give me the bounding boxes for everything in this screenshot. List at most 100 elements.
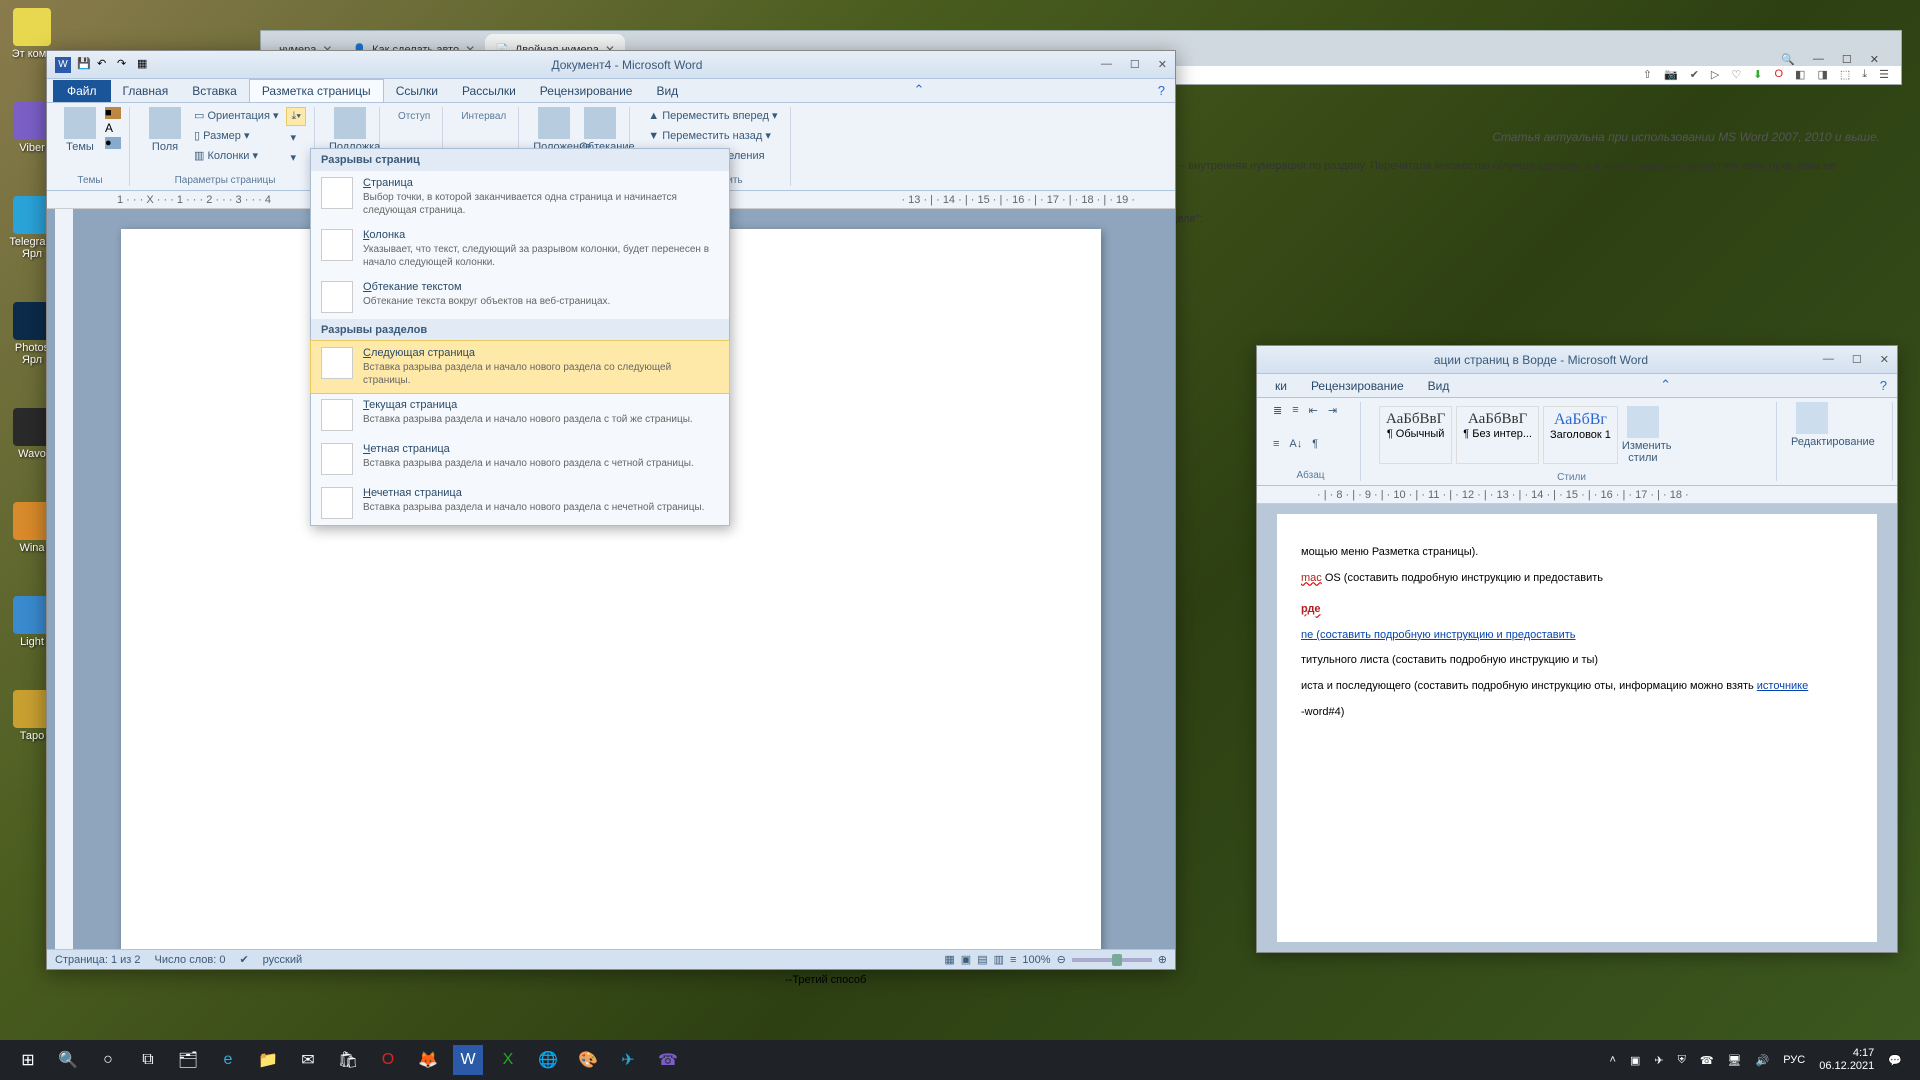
bring-forward-button[interactable]: ▲ Переместить вперед ▾ — [644, 107, 781, 124]
pilcrow-icon[interactable]: ¶ — [1308, 436, 1322, 452]
break-continuous-item[interactable]: Текущая страницаВставка разрыва раздела … — [311, 393, 729, 437]
undo-icon[interactable]: ↶ — [97, 57, 113, 73]
share-icon[interactable]: ⇧ — [1643, 68, 1652, 81]
ribbon-collapse-icon[interactable]: ⌃ — [1650, 373, 1681, 397]
heart-icon[interactable]: ♡ — [1731, 68, 1741, 81]
view-draft-icon[interactable]: ≡ — [1010, 954, 1016, 966]
tab-insert[interactable]: Вставка — [180, 80, 249, 102]
tray-viber-icon[interactable]: ☎ — [1700, 1054, 1714, 1067]
mail-icon[interactable]: ✉ — [288, 1040, 328, 1080]
orientation-button[interactable]: ▭ Ориентация ▾ — [190, 107, 282, 124]
watermark-button[interactable]: Подложка — [329, 107, 371, 153]
send-backward-button[interactable]: ▼ Переместить назад ▾ — [644, 127, 781, 144]
theme-effects-icon[interactable]: ● — [105, 137, 121, 149]
file-tab[interactable]: Файл — [53, 80, 111, 102]
tray-monitor-icon[interactable]: 🖥 — [1728, 1054, 1742, 1067]
view-outline-icon[interactable]: ▥ — [994, 953, 1004, 966]
download-icon[interactable]: ⬇ — [1753, 68, 1762, 81]
status-language[interactable]: русский — [263, 954, 302, 966]
excel-icon[interactable]: X — [488, 1040, 528, 1080]
dl2-icon[interactable]: ⤓ — [1862, 68, 1867, 81]
word-taskbar-icon[interactable]: W — [453, 1045, 483, 1075]
columns-button[interactable]: ▥ Колонки ▾ — [190, 147, 282, 164]
zoom-level[interactable]: 100% — [1022, 954, 1050, 966]
taskview-button[interactable]: ⧉ — [128, 1040, 168, 1080]
view-printlayout-icon[interactable]: ▦ — [944, 953, 954, 966]
tray-clock[interactable]: 4:17 06.12.2021 — [1819, 1047, 1874, 1073]
size-button[interactable]: ▯ Размер ▾ — [190, 127, 282, 144]
start-button[interactable]: ⊞ — [8, 1040, 48, 1080]
cortana-button[interactable]: ○ — [88, 1040, 128, 1080]
telegram-icon[interactable]: ✈ — [608, 1040, 648, 1080]
redo-icon[interactable]: ↷ — [117, 57, 133, 73]
tab-home[interactable]: Главная — [111, 80, 181, 102]
minimize-icon[interactable]: — — [1101, 58, 1112, 71]
search-button[interactable]: 🔍 — [48, 1040, 88, 1080]
ext-icon[interactable]: ◧ — [1795, 68, 1805, 81]
tray-shield-icon[interactable]: ⛨ — [1678, 1054, 1686, 1067]
zoom-out-icon[interactable]: ⊖ — [1057, 953, 1066, 966]
break-textwrap-item[interactable]: Обтекание текстомОбтекание текста вокруг… — [311, 275, 729, 319]
change-styles-button[interactable]: Изменить стили — [1622, 406, 1664, 464]
style-nospacing[interactable]: АаБбВвГ¶ Без интер... — [1456, 406, 1539, 464]
themes-button[interactable]: Темы — [59, 107, 101, 153]
opera-icon[interactable]: O — [368, 1040, 408, 1080]
tray-telegram-icon[interactable]: ✈ — [1654, 1054, 1663, 1067]
margins-button[interactable]: Поля — [144, 107, 186, 153]
close-icon[interactable]: ✕ — [1870, 53, 1879, 66]
maximize-icon[interactable]: ☐ — [1842, 53, 1852, 66]
tab-review[interactable]: Рецензирование — [528, 80, 645, 102]
tray-language[interactable]: РУС — [1783, 1054, 1805, 1066]
shield-icon[interactable]: ✔ — [1690, 68, 1699, 81]
hyphenation-button[interactable]: ▾ — [286, 149, 305, 166]
link[interactable]: ne (составить подробную инструкцию и пре… — [1301, 629, 1576, 641]
word2-tab[interactable]: Вид — [1416, 375, 1462, 397]
linenumbers-button[interactable]: ▾ — [286, 129, 305, 146]
viber-icon[interactable]: ☎ — [648, 1040, 688, 1080]
view-fullscreen-icon[interactable]: ▣ — [961, 953, 971, 966]
break-oddpage-item[interactable]: Нечетная страницаВставка разрыва раздела… — [311, 481, 729, 525]
search-icon[interactable]: 🔍 — [1781, 53, 1795, 66]
tray-volume-icon[interactable]: 🔊 — [1756, 1054, 1770, 1067]
word2-tab[interactable]: ки — [1263, 375, 1299, 397]
position-button[interactable]: Положение — [533, 107, 575, 153]
tab-mailings[interactable]: Рассылки — [450, 80, 528, 102]
minimize-icon[interactable]: — — [1813, 53, 1824, 66]
menu-icon[interactable]: ☰ — [1879, 68, 1889, 81]
list-icon[interactable]: ≣ — [1269, 402, 1286, 419]
theme-colors-icon[interactable]: ■ — [105, 107, 121, 119]
status-spellcheck-icon[interactable]: ✔ — [239, 953, 248, 966]
zoom-in-icon[interactable]: ⊕ — [1158, 953, 1167, 966]
camera-icon[interactable]: 📷 — [1664, 68, 1678, 81]
list-icon[interactable]: ≡ — [1288, 402, 1302, 418]
maximize-icon[interactable]: ☐ — [1852, 353, 1862, 366]
tray-notifications-icon[interactable]: 💬 — [1888, 1054, 1902, 1067]
explorer-icon[interactable]: 🗂 — [168, 1040, 208, 1080]
close-icon[interactable]: ✕ — [1158, 58, 1167, 71]
play-icon[interactable]: ▷ — [1711, 68, 1719, 81]
break-page-item[interactable]: СтраницаВыбор точки, в которой заканчива… — [311, 171, 729, 223]
firefox-icon[interactable]: 🦊 — [408, 1040, 448, 1080]
tab-view[interactable]: Вид — [644, 80, 690, 102]
store-icon[interactable]: 🛍 — [328, 1040, 368, 1080]
minimize-icon[interactable]: — — [1823, 353, 1834, 366]
view-weblayout-icon[interactable]: ▤ — [977, 953, 987, 966]
break-nextpage-item[interactable]: Следующая страницаВставка разрыва раздел… — [310, 340, 730, 394]
indent-icon[interactable]: ⇤ — [1305, 402, 1322, 419]
tab-references[interactable]: Ссылки — [384, 80, 450, 102]
cube-icon[interactable]: ⬚ — [1840, 68, 1850, 81]
paint-icon[interactable]: 🎨 — [568, 1040, 608, 1080]
style-gallery[interactable]: АаБбВвГ¶ Обычный АаБбВвГ¶ Без интер... А… — [1375, 402, 1768, 468]
sort-icon[interactable]: A↓ — [1285, 436, 1306, 452]
theme-fonts-icon[interactable]: A — [105, 121, 121, 135]
ie-icon[interactable]: e — [208, 1040, 248, 1080]
word2-tab[interactable]: Рецензирование — [1299, 375, 1416, 397]
close-icon[interactable]: ✕ — [1880, 353, 1889, 366]
word2-ruler[interactable]: · | · 8 · | · 9 · | · 10 · | · 11 · | · … — [1257, 486, 1897, 504]
tab-pagelayout[interactable]: Разметка страницы — [249, 79, 384, 102]
link[interactable]: источнике — [1757, 680, 1808, 692]
help-icon[interactable]: ? — [1148, 79, 1175, 102]
style-heading1[interactable]: АаБбВгЗаголовок 1 — [1543, 406, 1618, 464]
ribbon-collapse-icon[interactable]: ⌃ — [904, 78, 935, 102]
help-icon[interactable]: ? — [1870, 374, 1897, 397]
